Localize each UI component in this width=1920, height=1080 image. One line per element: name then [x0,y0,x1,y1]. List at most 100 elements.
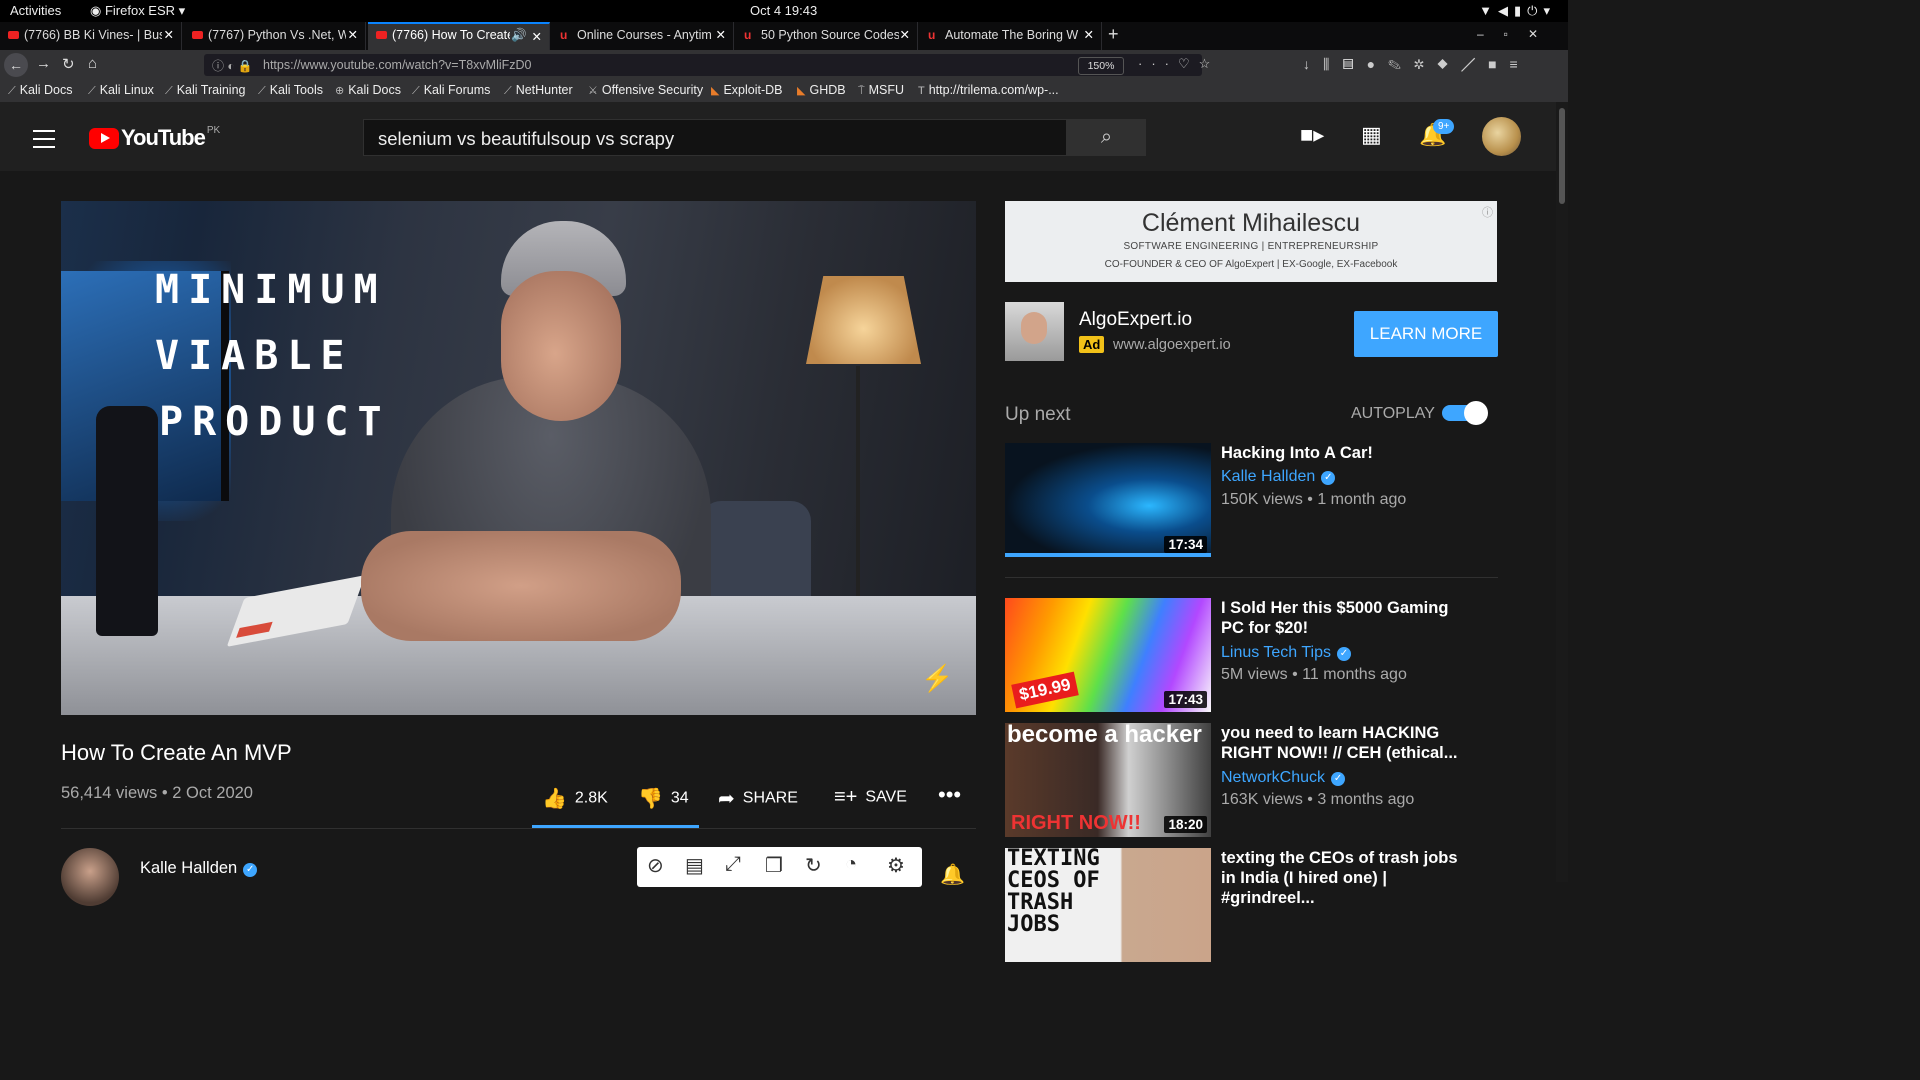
speaker-icon[interactable]: 🔊 [511,28,527,43]
search-input[interactable]: selenium vs beautifulsoup vs scrapy [363,119,1067,156]
video-thumbnail[interactable]: $19.99 17:43 [1005,598,1211,712]
bookmark-item[interactable]: ⍑ MSFU [858,83,904,98]
extension-icon[interactable]: ╱ [1461,56,1488,72]
ad-info-icon[interactable]: ⓘ [1482,204,1493,220]
bookmark-item[interactable]: ⟋ Kali Tools [258,83,323,98]
sidebar-icon[interactable]: ▤ [1342,56,1366,72]
page-scrollbar[interactable] [1556,102,1568,882]
clock[interactable]: Oct 4 19:43 [750,3,817,18]
address-bar[interactable]: ⓘ ◐ 🔒 https://www.youtube.com/watch?v=T8… [204,54,1210,76]
learn-more-button[interactable]: LEARN MORE [1354,311,1498,357]
browser-tab[interactable]: u Online Courses - Anytim ✕ [552,22,734,50]
library-icon[interactable]: ⫼ [1323,56,1342,72]
channel-name[interactable]: NetworkChuck ✓ [1221,769,1346,787]
zoom-level[interactable]: 150% [1078,57,1124,75]
more-icon[interactable]: ··· [1138,56,1178,71]
activities-button[interactable]: Activities [10,3,61,18]
window-controls[interactable]: –▫✕ [1477,27,1558,41]
video-title[interactable]: Hacking Into A Car! [1221,443,1471,463]
back-button[interactable]: ← [4,53,28,77]
block-icon[interactable]: ⊘ [647,853,664,878]
bookmark-item[interactable]: ⟋ Kali Forums [412,83,490,98]
video-title[interactable]: you need to learn HACKING RIGHT NOW!! //… [1221,723,1471,763]
scrollbar-thumb[interactable] [1559,108,1565,204]
film-icon[interactable]: ▤ [685,853,704,878]
share-button[interactable]: ➦ SHARE [718,786,798,811]
bookmark-item[interactable]: ⚔ Offensive Security [588,83,703,97]
forward-button[interactable]: → [36,55,51,72]
account-icon[interactable]: ● [1367,56,1388,72]
close-icon[interactable]: ✕ [900,27,910,42]
speedometer-icon[interactable]: ◔ [845,853,857,876]
avatar[interactable] [1482,117,1521,156]
extension-icon[interactable]: ✎ [1388,56,1414,72]
browser-tab-active[interactable]: (7766) How To Create 🔊 ✕ [368,22,550,50]
channel-name[interactable]: Linus Tech Tips ✓ [1221,644,1351,662]
copy-icon[interactable]: ❐ [765,853,783,878]
bookmark-star-icon[interactable]: ☆ [1199,56,1220,71]
close-window-icon[interactable]: ✕ [1528,27,1558,41]
bookmark-item[interactable]: Thttp://trilema.com/wp-... [918,83,1059,97]
menu-icon[interactable]: ≡ [1510,56,1531,72]
maximize-icon[interactable]: ▫ [1504,27,1528,41]
bookmark-item[interactable]: ◣ Exploit-DB [711,83,783,97]
pocket-icon[interactable]: ♡ [1178,56,1199,71]
lock-icon[interactable]: ⓘ ◐ 🔒 [212,57,253,74]
gear-icon[interactable]: ✲ [1414,56,1437,72]
dislike-button[interactable]: 👎 34 [638,786,689,811]
video-thumbnail[interactable]: 17:34 [1005,443,1211,557]
close-icon[interactable]: ✕ [164,27,174,42]
bookmark-item[interactable]: ⊕ Kali Docs [335,83,401,97]
toolbar-icons[interactable]: ↓⫼▤●✎✲◆╱■≡ [1303,56,1531,73]
browser-tab[interactable]: u Automate The Boring W ✕ [920,22,1102,50]
browser-tab[interactable]: (7766) BB Ki Vines- | Bus ✕ [0,22,182,50]
video-thumbnail[interactable]: become a hacker RIGHT NOW!! 18:20 [1005,723,1211,837]
more-actions-icon[interactable]: ••• [938,782,961,808]
ad-banner[interactable]: Clément Mihailescu SOFTWARE ENGINEERING … [1005,201,1497,282]
bookmark-item[interactable]: ⟋ NetHunter [504,83,573,98]
hamburger-menu-icon[interactable] [33,130,55,154]
reload-button[interactable]: ↻ [62,55,75,73]
video-title[interactable]: texting the CEOs of trash jobs in India … [1221,848,1471,908]
channel-watermark-icon[interactable]: ⚡ [921,663,953,693]
channel-name[interactable]: Kalle Hallden ✓ [1221,468,1336,486]
subscribe-bell-icon[interactable]: 🔔 [940,862,965,887]
video-player[interactable]: MINIMUM VIABLE PRODUCT ⚡ [61,201,976,715]
url-text[interactable]: https://www.youtube.com/watch?v=T8xvMliF… [263,58,532,72]
extension-icon[interactable]: ◆ [1437,56,1461,72]
browser-tab[interactable]: u 50 Python Source Codes ✕ [736,22,918,50]
extension-icon[interactable]: ■ [1488,56,1509,72]
bookmark-item[interactable]: ◣ GHDB [797,83,846,97]
download-icon[interactable]: ↓ [1303,56,1323,72]
new-tab-button[interactable]: + [1108,24,1119,45]
ad-thumbnail[interactable] [1005,302,1064,361]
search-button[interactable]: ⌕ [1067,119,1146,156]
close-icon[interactable]: ✕ [532,29,542,44]
app-menu[interactable]: ◉ Firefox ESR ▾ [90,3,185,19]
ad-title[interactable]: AlgoExpert.io [1079,309,1192,331]
create-video-icon[interactable]: ■▸ [1300,122,1324,148]
settings-icon[interactable]: ⚙ [887,853,905,878]
system-tray[interactable]: ▼◀▮⏻▾ [1479,3,1556,19]
close-icon[interactable]: ✕ [1084,27,1094,42]
bookmark-item[interactable]: ⟋ Kali Linux [88,83,154,98]
youtube-logo[interactable]: YouTube PK [89,125,220,151]
bookmark-item[interactable]: ⟋ Kali Training [165,83,246,98]
bookmark-item[interactable]: ⟋ Kali Docs [8,83,73,98]
video-title[interactable]: I Sold Her this $5000 Gaming PC for $20! [1221,598,1471,638]
close-icon[interactable]: ✕ [348,27,358,42]
minimize-icon[interactable]: – [1477,27,1504,41]
page-actions[interactable]: ···♡☆ [1138,56,1219,72]
save-button[interactable]: ≡+ SAVE [834,786,907,809]
browser-tab[interactable]: (7767) Python Vs .Net, W ✕ [184,22,366,50]
like-button[interactable]: 👍 2.8K [542,786,608,811]
close-icon[interactable]: ✕ [716,27,726,42]
video-thumbnail[interactable]: TEXTING CEOS OF TRASH JOBS [1005,848,1211,962]
rotate-icon[interactable]: ↻ [805,853,822,878]
expand-icon[interactable]: ⤢ [725,853,741,876]
autoplay-toggle[interactable] [1442,401,1488,425]
apps-grid-icon[interactable]: ▦ [1361,122,1382,148]
channel-avatar[interactable] [61,848,119,906]
home-button[interactable]: ⌂ [88,55,97,72]
channel-name[interactable]: Kalle Hallden ✓ [140,859,258,878]
